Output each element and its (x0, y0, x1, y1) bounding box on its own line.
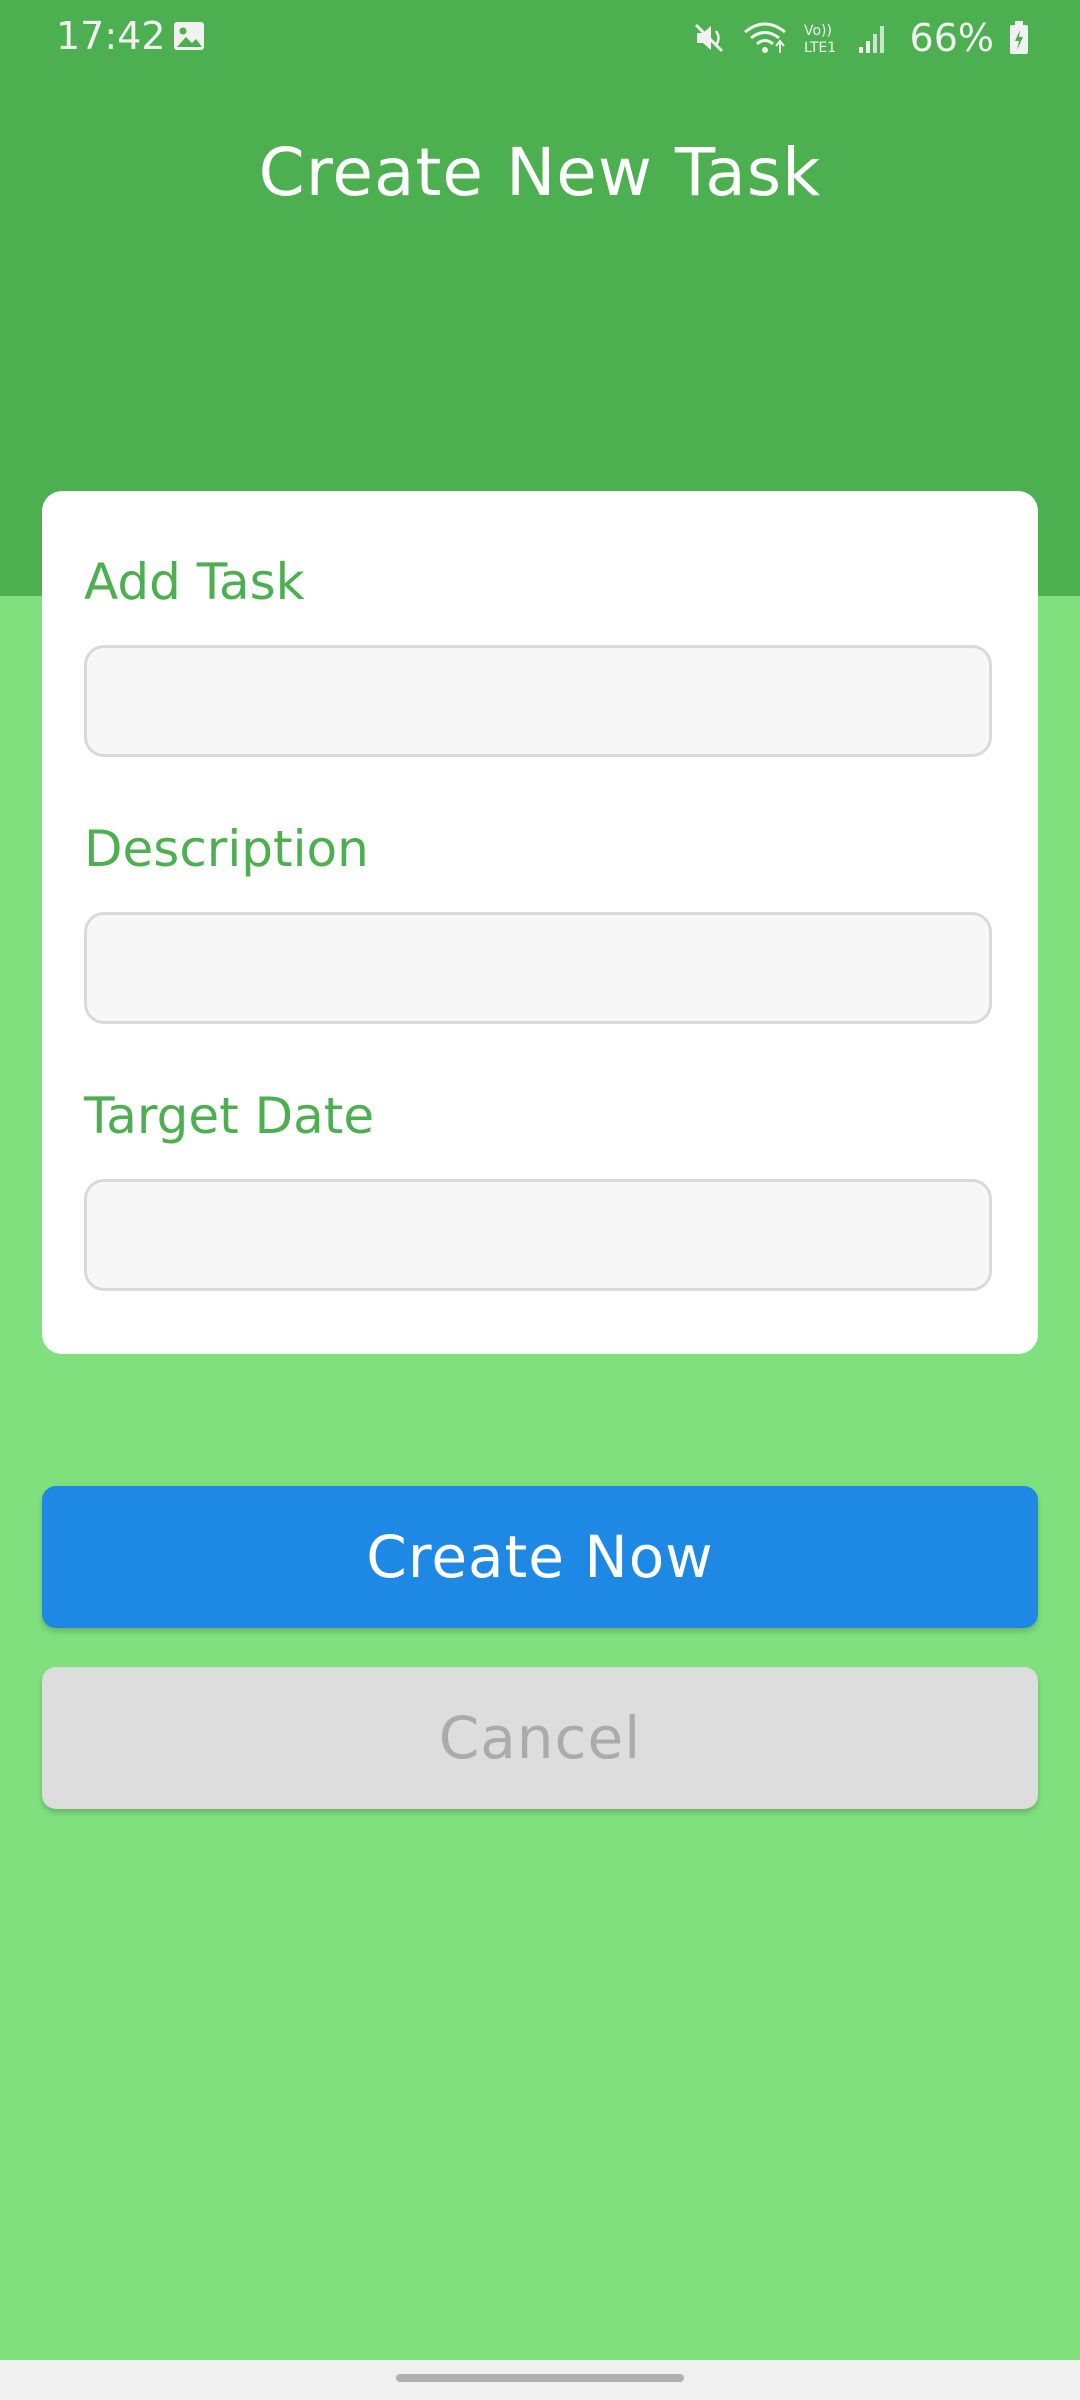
status-time: 17:42 (56, 14, 166, 58)
battery-percent: 66% (909, 16, 994, 60)
gallery-icon (174, 22, 204, 50)
svg-text:LTE1: LTE1 (804, 40, 836, 56)
home-indicator[interactable] (396, 2374, 684, 2382)
navigation-bar (0, 2360, 1080, 2400)
add-task-input[interactable] (84, 645, 992, 757)
signal-icon (858, 26, 884, 53)
add-task-label: Add Task (84, 553, 305, 611)
cancel-button[interactable]: Cancel (42, 1667, 1038, 1809)
task-form-card: Add Task Description Target Date (42, 491, 1038, 1354)
battery-icon (1010, 21, 1028, 54)
status-icons: Vo)) LTE1 66% (692, 16, 1030, 60)
create-now-button[interactable]: Create Now (42, 1486, 1038, 1628)
target-date-label: Target Date (84, 1087, 375, 1145)
target-date-input[interactable] (84, 1179, 992, 1291)
wifi-icon (743, 22, 786, 53)
mute-icon (694, 23, 723, 53)
status-bar: 17:42 Vo)) LTE1 66% (0, 0, 1080, 78)
description-input[interactable] (84, 912, 992, 1024)
page-title: Create New Task (258, 134, 822, 211)
description-label: Description (84, 820, 369, 878)
lte-icon: Vo)) LTE1 (804, 23, 836, 56)
svg-text:Vo)): Vo)) (804, 23, 832, 39)
